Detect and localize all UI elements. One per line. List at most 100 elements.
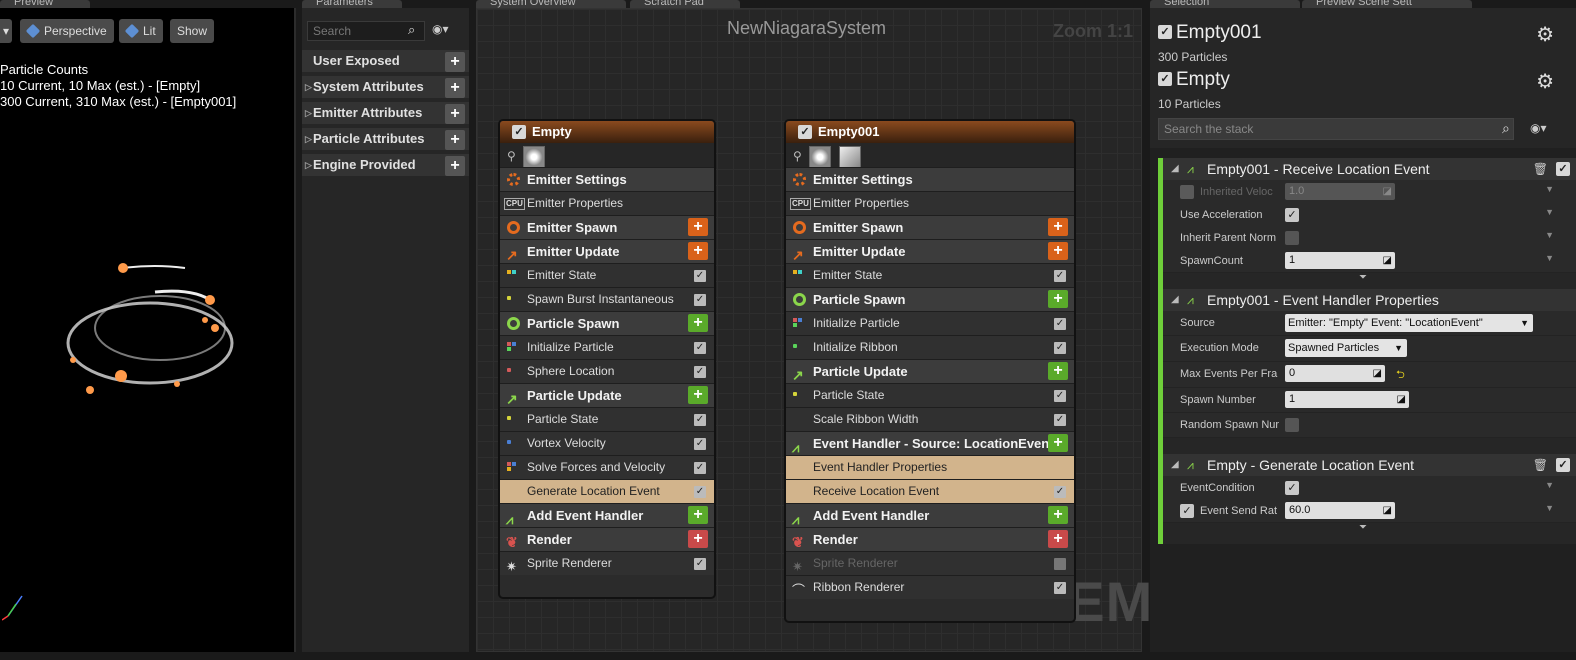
max-events-input[interactable]: 0 ◪ — [1285, 365, 1385, 382]
add-module-button[interactable]: + — [688, 314, 708, 332]
trash-icon[interactable]: 🗑 — [1533, 158, 1548, 180]
node-row-vortex-velocity[interactable]: Vortex Velocity ✓ — [500, 431, 714, 455]
node-row-sprite-renderer[interactable]: ✷ Sprite Renderer ✓ — [500, 551, 714, 575]
source-dropdown[interactable]: Emitter: "Empty" Event: "LocationEvent" ▼ — [1285, 314, 1533, 332]
module-enable-checkbox[interactable]: ✓ — [694, 558, 706, 570]
eye-filter-icon[interactable]: ◉▾ — [1530, 121, 1547, 135]
viewport-options-button[interactable]: ▾ — [0, 19, 12, 43]
chevron-down-icon[interactable]: ▼ — [1545, 480, 1554, 490]
section-enable-checkbox[interactable]: ✓ — [1556, 162, 1570, 176]
sprite-renderer-thumbnail[interactable] — [809, 146, 831, 168]
node-row-emitter-state[interactable]: Emitter State ✓ — [786, 263, 1074, 287]
execution-mode-dropdown[interactable]: Spawned Particles ▼ — [1285, 339, 1407, 357]
node-row-initialize-particle[interactable]: Initialize Particle ✓ — [500, 335, 714, 359]
collapse-triangle-icon[interactable]: ◢ — [1171, 289, 1179, 311]
node-row-add-event-handler[interactable]: ⩘ Add Event Handler + — [500, 503, 714, 527]
node-row-emitter-settings[interactable]: Emitter Settings — [786, 167, 1074, 191]
node-row-render[interactable]: ❦ Render + — [786, 527, 1074, 551]
tab-system-overview[interactable]: System Overview — [476, 0, 626, 8]
node-row-emitter-update[interactable]: ↗ Emitter Update + — [500, 239, 714, 263]
module-enable-checkbox[interactable]: ✓ — [1054, 414, 1066, 426]
add-system-attribute-button[interactable]: + — [445, 78, 465, 98]
add-event-handler-button[interactable]: + — [688, 506, 708, 524]
node-row-scale-ribbon-width[interactable]: Scale Ribbon Width ✓ — [786, 407, 1074, 431]
section-header-event-handler-properties[interactable]: ◢ ⩘ Empty001 - Event Handler Properties — [1163, 289, 1576, 311]
param-group-particle-attributes[interactable]: ▷ Particle Attributes + — [302, 128, 469, 152]
random-spawn-number-checkbox[interactable] — [1285, 418, 1299, 432]
node-row-sprite-renderer[interactable]: ✷ Sprite Renderer — [786, 551, 1074, 575]
ribbon-renderer-thumbnail[interactable] — [839, 146, 861, 168]
module-enable-checkbox[interactable]: ✓ — [694, 414, 706, 426]
node-row-particle-spawn[interactable]: Particle Spawn + — [500, 311, 714, 335]
add-module-button[interactable]: + — [1048, 242, 1068, 260]
add-module-button[interactable]: + — [1048, 218, 1068, 236]
override-checkbox[interactable] — [1180, 185, 1194, 199]
add-renderer-button[interactable]: + — [688, 530, 708, 548]
inherit-parent-normal-checkbox[interactable] — [1285, 231, 1299, 245]
node-row-emitter-spawn[interactable]: Emitter Spawn + — [500, 215, 714, 239]
node-row-initialize-particle[interactable]: Initialize Particle ✓ — [786, 311, 1074, 335]
eye-icon[interactable]: ◉▾ — [432, 22, 449, 36]
node-row-emitter-settings[interactable]: Emitter Settings — [500, 167, 714, 191]
inherited-velocity-input[interactable]: 1.0 ◪ — [1285, 183, 1395, 200]
add-module-button[interactable]: + — [688, 218, 708, 236]
section-header-receive-location-event[interactable]: ◢ ⩘ Empty001 - Receive Location Event 🗑 … — [1163, 158, 1576, 180]
add-user-exposed-button[interactable]: + — [445, 52, 465, 72]
emitter-node-empty[interactable]: ✓ Empty ⚲ Emitter Settings CPU Emitter Pr… — [498, 119, 716, 599]
node-row-particle-state[interactable]: Particle State ✓ — [500, 407, 714, 431]
emitter-empty001-checkbox[interactable]: ✓ — [1158, 25, 1172, 39]
node-header[interactable]: ✓ Empty001 — [786, 121, 1074, 143]
node-row-emitter-spawn[interactable]: Emitter Spawn + — [786, 215, 1074, 239]
pin-icon[interactable]: ⚲ — [507, 149, 516, 163]
tab-selection[interactable]: Selection — [1150, 0, 1300, 8]
add-module-button[interactable]: + — [1048, 362, 1068, 380]
tab-scratch-pad[interactable]: Scratch Pad — [630, 0, 740, 8]
gear-icon[interactable]: ⚙ — [1536, 69, 1554, 94]
lit-button[interactable]: Lit — [119, 19, 163, 43]
collapse-triangle-icon[interactable]: ◢ — [1171, 454, 1179, 476]
param-group-user-exposed[interactable]: User Exposed + — [302, 50, 469, 74]
perspective-button[interactable]: Perspective — [20, 19, 114, 43]
node-row-receive-location-event[interactable]: Receive Location Event ✓ — [786, 479, 1074, 503]
preview-viewport[interactable]: ▾ Perspective Lit Show Particle Counts 1… — [0, 8, 296, 652]
module-enable-checkbox[interactable]: ✓ — [694, 342, 706, 354]
node-row-emitter-update[interactable]: ↗ Emitter Update + — [786, 239, 1074, 263]
emitter-empty-checkbox[interactable]: ✓ — [1158, 72, 1172, 86]
system-overview-graph[interactable]: NewNiagaraSystem Zoom 1:1 SYSTEM ✓ Empty… — [476, 8, 1152, 652]
add-module-button[interactable]: + — [688, 242, 708, 260]
emitter-enable-checkbox[interactable]: ✓ — [798, 125, 812, 139]
node-row-emitter-properties[interactable]: CPU Emitter Properties — [500, 191, 714, 215]
node-row-spawn-burst[interactable]: Spawn Burst Instantaneous ✓ — [500, 287, 714, 311]
reset-to-default-icon[interactable]: ⮌ — [1396, 366, 1405, 385]
module-enable-checkbox[interactable]: ✓ — [694, 366, 706, 378]
chevron-down-icon[interactable]: ▼ — [1545, 184, 1554, 194]
section-enable-checkbox[interactable]: ✓ — [1556, 458, 1570, 472]
module-enable-checkbox[interactable]: ✓ — [694, 270, 706, 282]
node-row-emitter-properties[interactable]: CPU Emitter Properties — [786, 191, 1074, 215]
add-particle-attribute-button[interactable]: + — [445, 130, 465, 150]
module-enable-checkbox[interactable]: ✓ — [694, 462, 706, 474]
node-row-solve-forces[interactable]: Solve Forces and Velocity ✓ — [500, 455, 714, 479]
override-checkbox[interactable]: ✓ — [1180, 504, 1194, 518]
module-enable-checkbox[interactable]: ✓ — [694, 486, 706, 498]
add-module-button[interactable]: + — [688, 386, 708, 404]
tab-parameters[interactable]: Parameters — [302, 0, 402, 8]
node-row-ribbon-renderer[interactable]: ⌒ Ribbon Renderer ✓ — [786, 575, 1074, 599]
module-enable-checkbox[interactable]: ✓ — [1054, 342, 1066, 354]
node-row-particle-state[interactable]: Particle State ✓ — [786, 383, 1074, 407]
node-row-event-handler-source[interactable]: ⩘ Event Handler - Source: LocationEvent + — [786, 431, 1074, 455]
node-row-event-handler-properties[interactable]: Event Handler Properties — [786, 455, 1074, 479]
node-row-render[interactable]: ❦ Render + — [500, 527, 714, 551]
show-button[interactable]: Show — [170, 19, 215, 43]
module-enable-checkbox[interactable]: ✓ — [694, 438, 706, 450]
add-emitter-attribute-button[interactable]: + — [445, 104, 465, 124]
chevron-down-icon[interactable]: ▼ — [1545, 503, 1554, 513]
expand-advanced-icon[interactable]: ⏷ — [1359, 272, 1367, 283]
stack-search-input[interactable]: Search the stack — [1158, 118, 1514, 140]
param-group-emitter-attributes[interactable]: ▷ Emitter Attributes + — [302, 102, 469, 126]
section-header-generate-location-event[interactable]: ◢ ⩘ Empty - Generate Location Event 🗑 ✓ — [1163, 454, 1576, 476]
chevron-down-icon[interactable]: ▼ — [1545, 230, 1554, 240]
param-group-engine-provided[interactable]: ▷ Engine Provided + — [302, 154, 469, 178]
collapse-triangle-icon[interactable]: ◢ — [1171, 158, 1179, 180]
module-enable-checkbox[interactable] — [1054, 558, 1066, 570]
